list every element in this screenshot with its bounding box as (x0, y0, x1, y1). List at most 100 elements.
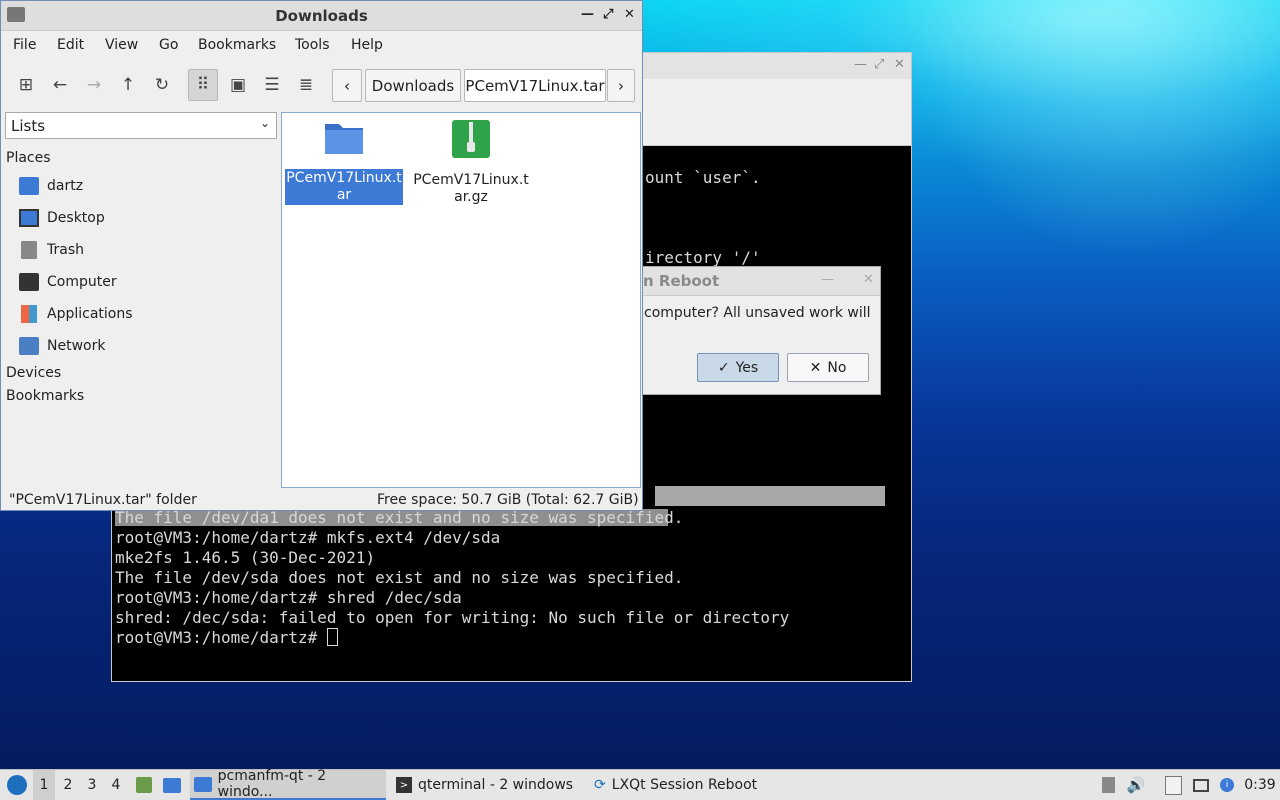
task-qterminal[interactable]: > qterminal - 2 windows (392, 770, 586, 800)
trash-icon (21, 241, 37, 259)
minimize-icon[interactable]: — (821, 272, 834, 287)
menu-go[interactable]: Go (159, 37, 178, 53)
menu-view[interactable]: View (105, 37, 138, 53)
menu-help[interactable]: Help (351, 37, 383, 53)
devices-header[interactable]: Devices (6, 365, 61, 381)
status-selection: "PCemV17Linux.tar" folder (9, 492, 197, 508)
chevron-down-icon: ⌄ (259, 116, 270, 130)
quicklaunch-files[interactable] (133, 770, 155, 800)
sidebar-item-label: dartz (47, 178, 84, 194)
reload-button[interactable]: ↻ (147, 69, 177, 101)
window-title: Downloads (275, 7, 368, 25)
tray-show-hidden[interactable] (1099, 770, 1117, 800)
close-icon[interactable]: ✕ (624, 7, 635, 22)
places-header[interactable]: Places (6, 150, 51, 166)
tray-notes[interactable] (1163, 770, 1183, 800)
task-lxqt-reboot[interactable]: ⟳ LXQt Session Reboot (590, 770, 778, 800)
desktop-switch-4[interactable]: 4 (105, 770, 127, 800)
sidebar-item-applications[interactable]: Applications (19, 302, 133, 326)
file-manager-titlebar[interactable]: Downloads — ⤢ ✕ (1, 1, 642, 31)
desktop-switch-2[interactable]: 2 (57, 770, 79, 800)
detailed-view-button[interactable]: ≣ (291, 69, 321, 101)
task-label: pcmanfm-qt - 2 windo... (217, 768, 327, 800)
sidebar-mode-select[interactable]: Lists ⌄ (5, 112, 277, 139)
new-tab-button[interactable]: ⊞ (11, 69, 41, 101)
tray-volume[interactable]: 🔊 (1126, 770, 1146, 800)
file-view[interactable]: PCemV17Linux.t ar PCemV17Linux.t ar.gz (281, 112, 641, 488)
folder-icon (325, 124, 363, 154)
status-free-space: Free space: 50.7 GiB (Total: 62.7 GiB) (377, 492, 639, 508)
tray-notifications[interactable]: i (1218, 770, 1236, 800)
quicklaunch-desktop[interactable] (160, 770, 184, 800)
menu-edit[interactable]: Edit (57, 37, 84, 53)
maximize-icon[interactable]: ⤢ (603, 7, 613, 22)
file-item[interactable]: PCemV17Linux.t ar.gz (412, 118, 530, 207)
clipboard-icon (1101, 777, 1115, 793)
sidebar-item-computer[interactable]: Computer (19, 270, 117, 294)
terminal-line: shred: /dec/sda: failed to open for writ… (115, 608, 790, 627)
terminal-line: mke2fs 1.46.5 (30-Dec-2021) (115, 548, 376, 567)
sidebar-item-trash[interactable]: Trash (19, 238, 84, 262)
desktop-switch-1[interactable]: 1 (33, 770, 55, 800)
task-pcmanfm[interactable]: pcmanfm-qt - 2 windo... (190, 768, 386, 800)
breadcrumb-current[interactable]: PCemV17Linux.tar (464, 69, 606, 102)
terminal-line: root@VM3:/home/dartz# shred /dec/sda (115, 588, 462, 607)
file-manager-window[interactable]: Downloads — ⤢ ✕ File Edit View Go Bookma… (0, 0, 643, 511)
applications-icon (21, 305, 37, 323)
bookmarks-header[interactable]: Bookmarks (6, 388, 84, 404)
minimize-icon[interactable]: — (581, 7, 594, 22)
sidebar-item-label: Desktop (47, 210, 105, 226)
terminal-prompt: root@VM3:/home/dartz# (115, 628, 338, 648)
sidebar-item-desktop[interactable]: Desktop (19, 206, 105, 230)
status-bar: "PCemV17Linux.tar" folder Free space: 50… (1, 489, 642, 511)
terminal-line: irectory '/' (645, 248, 761, 267)
file-name: PCemV17Linux.t ar (285, 169, 403, 205)
sidebar-item-network[interactable]: Network (19, 334, 105, 358)
lxqt-icon: ⟳ (594, 777, 606, 793)
terminal-icon: > (396, 777, 412, 793)
sidebar-item-label: Network (47, 338, 106, 354)
yes-button[interactable]: ✓ Yes (697, 353, 779, 382)
breadcrumb-downloads[interactable]: Downloads (365, 69, 461, 102)
compact-view-button[interactable]: ☰ (257, 69, 287, 101)
yes-label: Yes (735, 359, 759, 376)
file-item[interactable]: PCemV17Linux.t ar (285, 118, 403, 205)
breadcrumb-left-button[interactable]: ‹ (332, 69, 362, 102)
no-button[interactable]: ✕ No (787, 353, 869, 382)
close-icon[interactable]: ✕ (863, 272, 874, 287)
close-icon[interactable]: ✕ (894, 57, 905, 72)
menu-bookmarks[interactable]: Bookmarks (198, 37, 276, 53)
up-button[interactable]: ↑ (113, 69, 143, 101)
x-icon: ✕ (809, 359, 822, 376)
dialog-title: n Reboot (643, 272, 720, 290)
taskbar: 1 2 3 4 pcmanfm-qt - 2 windo... > qtermi… (0, 768, 1280, 800)
breadcrumb-right-button[interactable]: › (607, 69, 635, 102)
maximize-icon[interactable]: ⤢ (874, 57, 884, 72)
thumbnail-view-button[interactable]: ▣ (223, 69, 253, 101)
back-button[interactable]: ← (45, 69, 75, 101)
icon-view-button[interactable]: ⠿ (188, 69, 218, 101)
terminal-line: The file /dev/da1 does not exist and no … (115, 508, 684, 527)
start-menu-button[interactable] (4, 770, 30, 800)
tray-monitor[interactable] (1191, 770, 1211, 800)
terminal-line: The file /dev/sda does not exist and no … (115, 568, 684, 587)
file-name: PCemV17Linux.t ar.gz (413, 172, 529, 205)
menu-file[interactable]: File (13, 37, 36, 53)
terminal-line: root@VM3:/home/dartz# mkfs.ext4 /dev/sda (115, 528, 501, 547)
clock[interactable]: 0:39 (1243, 770, 1277, 800)
computer-icon (19, 273, 39, 291)
file-manager-icon (136, 777, 152, 793)
network-icon (19, 337, 39, 355)
volume-icon: 🔊 (1126, 776, 1146, 794)
menu-tools[interactable]: Tools (295, 37, 330, 53)
desktop-icon (19, 209, 39, 227)
terminal-selection (655, 486, 885, 506)
info-icon: i (1220, 778, 1234, 792)
sidebar-item-dartz[interactable]: dartz (19, 174, 83, 198)
desktop-switch-3[interactable]: 3 (81, 770, 103, 800)
forward-button[interactable]: → (79, 69, 109, 101)
show-desktop-icon (163, 777, 181, 793)
wallpaper-highlight-2 (900, 0, 1280, 260)
home-folder-icon (19, 177, 39, 195)
minimize-icon[interactable]: — (854, 57, 867, 72)
